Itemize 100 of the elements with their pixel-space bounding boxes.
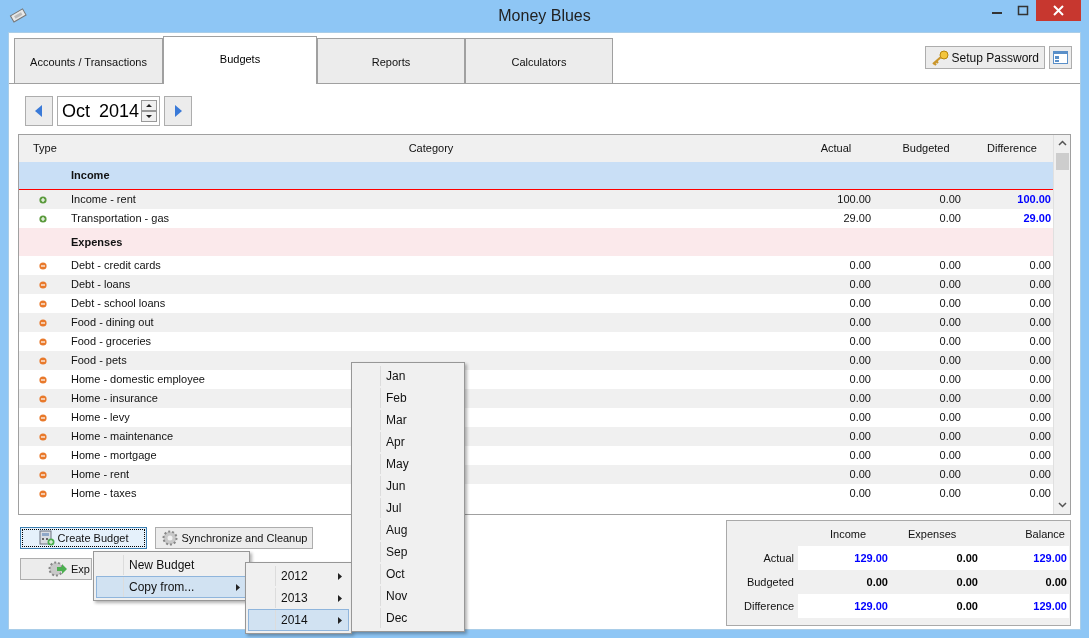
category-cell: Debt - school loans <box>71 297 166 310</box>
table-row[interactable]: Food - dining out 0.00 0.00 0.00 <box>19 313 1053 332</box>
tab[interactable]: Reports <box>317 38 465 83</box>
actual-cell-text: 0.00 <box>849 353 871 369</box>
menu-item[interactable]: Dec <box>354 607 462 629</box>
menu-item[interactable]: Nov <box>354 585 462 607</box>
summary-value: 0.00 <box>1045 574 1067 590</box>
spin-arrows-icon[interactable] <box>141 100 157 122</box>
actual-cell-text: 29.00 <box>843 211 871 227</box>
budgeted-cell-text: 0.00 <box>939 258 961 274</box>
table-row[interactable]: Debt - loans 0.00 0.00 0.00 <box>19 275 1053 294</box>
summary-value: 0.00 <box>956 598 978 614</box>
difference-cell-text: 100.00 <box>1017 192 1051 208</box>
plus-dot-icon <box>39 214 47 223</box>
export-button[interactable]: Exp <box>20 558 92 580</box>
window-title: Money Blues <box>498 6 591 26</box>
synchronize-button[interactable]: Synchronize and Cleanup <box>155 527 313 549</box>
minus-dot-icon <box>39 375 47 384</box>
category-cell: Home - maintenance <box>71 430 174 443</box>
group-name: Expenses <box>71 234 123 250</box>
key-icon <box>930 49 949 66</box>
budgeted-cell-text: 0.00 <box>939 486 961 502</box>
scrollbar[interactable] <box>1053 135 1070 514</box>
menu-item[interactable]: 2012 <box>248 565 349 587</box>
actual-cell-text: 0.00 <box>849 467 871 483</box>
difference-cell-text: 0.00 <box>1029 277 1051 293</box>
actual-cell-text: 0.00 <box>849 448 871 464</box>
budgeted-cell-text: 0.00 <box>939 410 961 426</box>
row-label: Actual <box>763 550 794 566</box>
actual-cell-text: 0.00 <box>849 334 871 350</box>
actual-cell-text: 0.00 <box>849 296 871 312</box>
category-cell: Home - levy <box>71 411 130 424</box>
category-cell: Transportation - gas <box>71 212 170 225</box>
group-name: Income <box>71 168 110 184</box>
category-cell: Income - rent <box>71 193 136 206</box>
difference-cell-text: 0.00 <box>1029 448 1051 464</box>
row-label: Difference <box>744 598 794 614</box>
minus-dot-icon <box>39 299 47 308</box>
difference-cell-text: 0.00 <box>1029 258 1051 274</box>
tab[interactable]: Budgets <box>163 36 317 84</box>
category-cell: Home - mortgage <box>71 449 157 462</box>
budgeted-cell-text: 0.00 <box>939 467 961 483</box>
minus-dot-icon <box>39 280 47 289</box>
menu-item[interactable]: Copy from... <box>96 576 247 598</box>
minus-dot-icon <box>39 451 47 460</box>
actual-cell-text: 0.00 <box>849 410 871 426</box>
minus-dot-icon <box>39 489 47 498</box>
actual-cell-text: 100.00 <box>837 192 871 208</box>
minus-dot-icon <box>39 432 47 441</box>
category-cell: Food - groceries <box>71 335 152 348</box>
minus-dot-icon <box>39 318 47 327</box>
budgeted-cell-text: 0.00 <box>939 211 961 227</box>
difference-cell-text: 0.00 <box>1029 429 1051 445</box>
summary-value: 0.00 <box>956 550 978 566</box>
column-header[interactable]: Budgeted <box>881 140 971 157</box>
column-header[interactable]: Category <box>71 140 791 157</box>
category-cell: Home - domestic employee <box>71 373 205 386</box>
actual-cell-text: 0.00 <box>849 315 871 331</box>
difference-cell-text: 0.00 <box>1029 315 1051 331</box>
setup-password-button[interactable]: Setup Password <box>924 46 1045 69</box>
next-button[interactable] <box>164 96 192 126</box>
table-row[interactable]: Income - rent 100.00 0.00 100.00 <box>19 190 1053 209</box>
close-icon[interactable] <box>1036 0 1081 21</box>
column-header[interactable]: Difference <box>971 140 1053 157</box>
minus-dot-icon <box>39 413 47 422</box>
difference-cell-text: 0.00 <box>1029 372 1051 388</box>
previous-button[interactable] <box>25 96 53 126</box>
menu-item[interactable]: Oct <box>354 563 462 585</box>
actual-cell-text: 0.00 <box>849 372 871 388</box>
difference-cell-text: 0.00 <box>1029 467 1051 483</box>
minus-dot-icon <box>39 337 47 346</box>
actual-cell-text: 0.00 <box>849 486 871 502</box>
scrollbar-thumb[interactable] <box>1055 153 1069 170</box>
table-row[interactable]: Food - pets 0.00 0.00 0.00 <box>19 351 1053 370</box>
difference-cell-text: 0.00 <box>1029 486 1051 502</box>
actual-cell-text: 0.00 <box>849 258 871 274</box>
menu-item[interactable]: 2013 <box>248 587 349 609</box>
difference-cell-text: 0.00 <box>1029 353 1051 369</box>
menu-item[interactable]: Feb <box>354 387 462 409</box>
group-row[interactable]: Expenses <box>19 228 1053 256</box>
column-header[interactable]: Actual <box>791 140 881 157</box>
budgeted-cell-text: 0.00 <box>939 315 961 331</box>
create-budget-button[interactable]: Create Budget <box>20 527 147 549</box>
tab[interactable]: Accounts / Transactions <box>14 38 163 83</box>
difference-cell-text: 0.00 <box>1029 296 1051 312</box>
menu-item[interactable]: New Budget <box>96 554 247 576</box>
month-spin-field[interactable]: Oct 2014 <box>57 96 160 126</box>
budgeted-cell-text: 0.00 <box>939 353 961 369</box>
column-header[interactable]: Type <box>19 140 71 157</box>
actual-cell-text: 0.00 <box>849 391 871 407</box>
summary-value: 0.00 <box>956 574 978 590</box>
menu-item[interactable]: 2014 <box>248 609 349 631</box>
tab[interactable]: Calculators <box>465 38 613 83</box>
group-row[interactable]: Income <box>19 162 1053 190</box>
category-cell: Debt - loans <box>71 278 131 291</box>
right-arrow-icon <box>174 105 182 117</box>
layout-button[interactable] <box>1049 46 1072 69</box>
menu-item[interactable]: Sep <box>354 541 462 563</box>
app-icon <box>9 7 27 23</box>
menu-item[interactable]: Aug <box>354 519 462 541</box>
